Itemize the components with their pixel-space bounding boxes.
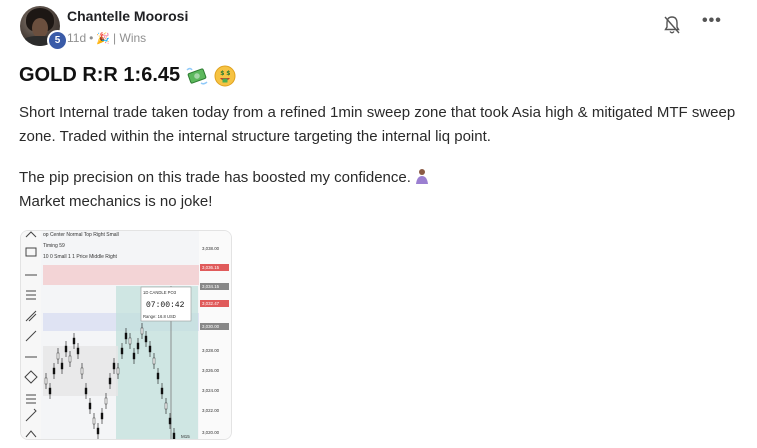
price-tick-label: 3,022.00: [202, 408, 220, 413]
candle-body: [92, 417, 96, 425]
candle-body: [76, 347, 80, 355]
candle-body: [56, 352, 60, 360]
trading-chart-image: op Center Normal Top Right Small Timing …: [21, 231, 231, 439]
price-tick-label: 3,034.15: [202, 284, 220, 289]
candle-body: [124, 332, 128, 340]
money-mouth-face-icon: $ $: [214, 65, 236, 86]
candle-body: [160, 387, 164, 395]
mechanics-text: Market mechanics is no joke!: [19, 193, 213, 210]
price-tick-label: 3,038.00: [202, 246, 220, 251]
author-name[interactable]: Chantelle Moorosi: [67, 8, 188, 24]
confidence-text: The pip precision on this trade has boos…: [19, 169, 411, 186]
meta-separator: •: [89, 31, 94, 45]
price-tick-label: 3,032.47: [202, 301, 220, 306]
candle-body: [84, 387, 88, 395]
candle-body: [148, 345, 152, 353]
candle-body: [112, 362, 116, 370]
candle-body: [172, 432, 176, 439]
post-meta: 11d • 🎉 | Wins: [67, 31, 146, 45]
money-with-wings-icon: [186, 67, 208, 85]
candle-body: [164, 402, 168, 410]
candle-body: [44, 377, 48, 385]
supply-zone: [43, 265, 201, 285]
countdown-timer: 07:00:42: [146, 301, 185, 310]
candle-body: [52, 367, 56, 375]
candle-body: [152, 357, 156, 365]
range-label: Range: 16.8 USD: [143, 314, 176, 319]
price-tick-label: 3,030.00: [202, 324, 220, 329]
candle-body: [72, 337, 76, 345]
avatar-face: [32, 18, 48, 38]
post-body-paragraph-2: The pip precision on this trade has boos…: [19, 166, 739, 214]
post-title: GOLD R:R 1:6.45: [19, 64, 181, 86]
candle-body: [68, 355, 72, 363]
candle-body: [96, 427, 100, 435]
price-tick-label: 3,024.00: [202, 388, 220, 393]
candle-body: [108, 377, 112, 385]
candle-body: [116, 367, 120, 375]
chart-header-line-3: 10 0 Small 1 1 Price Middle Right: [43, 254, 118, 260]
price-tick-label: 3,026.00: [202, 368, 220, 373]
candle-body: [168, 417, 172, 425]
drawing-toolbar: [21, 231, 41, 439]
candle-body: [60, 362, 64, 370]
candle-body: [144, 335, 148, 343]
chart-header-line-2: Timing 59: [43, 243, 65, 249]
candle-body: [100, 412, 104, 420]
price-tick-label: 3,036.15: [202, 265, 220, 270]
svg-text:$: $: [220, 70, 224, 77]
price-tick-label: 3,028.00: [202, 348, 220, 353]
chart-header-line-1: op Center Normal Top Right Small: [43, 232, 119, 238]
party-popper-icon: 🎉: [96, 32, 111, 45]
candle-body: [104, 397, 108, 405]
candle-box-title: 1D CANDLE PO3: [143, 290, 177, 295]
candle-body: [132, 352, 136, 360]
candle-body: [136, 342, 140, 350]
candle-body: [128, 337, 132, 345]
candle-body: [140, 327, 144, 335]
candle-body: [64, 345, 68, 353]
candle-body: [156, 372, 160, 380]
svg-text:$: $: [226, 70, 230, 77]
person-icon: [416, 169, 429, 184]
candle-body: [88, 402, 92, 410]
category-label[interactable]: | Wins: [113, 31, 146, 45]
bell-off-icon[interactable]: [662, 14, 682, 36]
post-title-row: GOLD R:R 1:6.45 $ $: [19, 64, 236, 87]
price-tick-label: 3,020.00: [202, 430, 220, 435]
chart-screenshot-attachment[interactable]: op Center Normal Top Right Small Timing …: [20, 230, 232, 440]
candle-body: [120, 347, 124, 355]
more-options-icon[interactable]: •••: [702, 12, 722, 30]
post-body-paragraph-1: Short Internal trade taken today from a …: [19, 104, 736, 145]
candle-body: [48, 387, 52, 395]
time-ago: 11d: [67, 31, 87, 45]
candle-body: [80, 367, 84, 375]
level-badge: 5: [47, 30, 68, 51]
timeframe-label: M15: [181, 434, 190, 439]
